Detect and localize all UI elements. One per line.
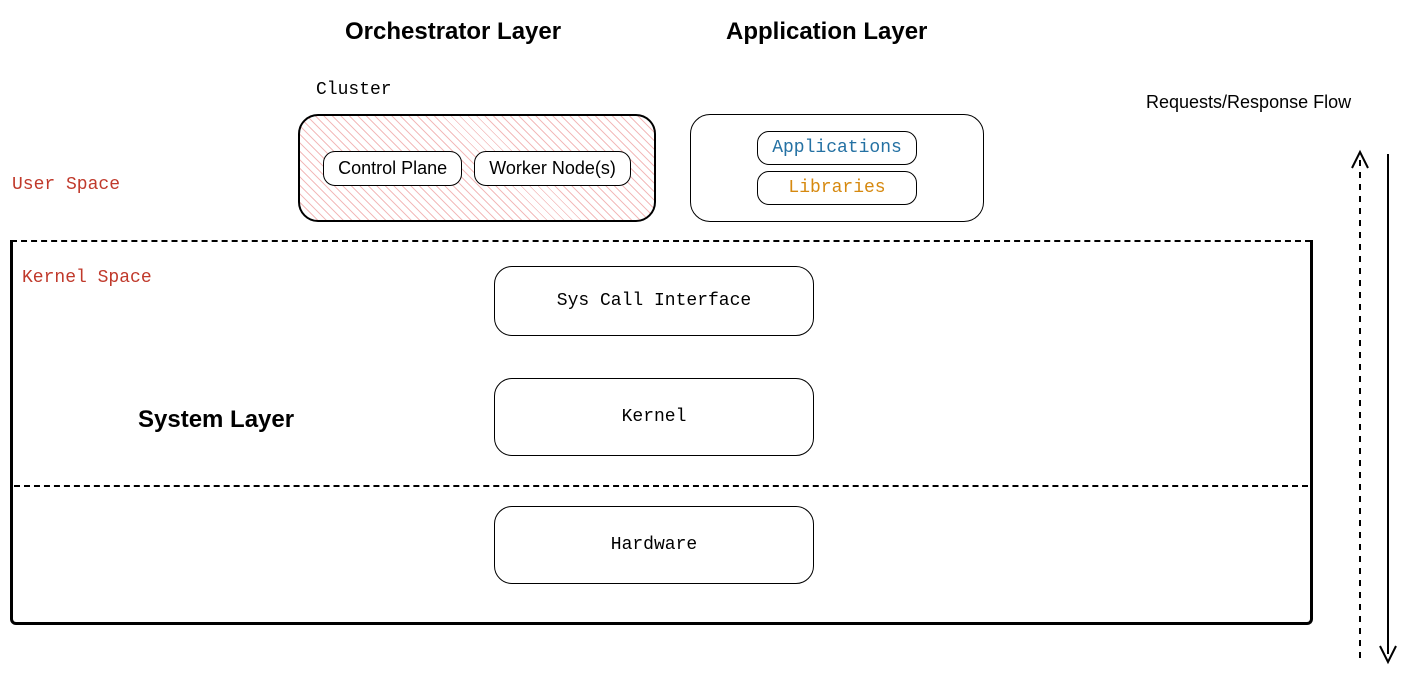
cluster-box: Control Plane Worker Node(s) — [298, 114, 656, 222]
kernel-space-label: Kernel Space — [22, 268, 152, 288]
orchestrator-layer-heading: Orchestrator Layer — [345, 18, 561, 46]
system-inner-dash — [14, 485, 1308, 487]
kernel-box: Kernel — [494, 378, 814, 456]
cluster-label: Cluster — [316, 80, 392, 100]
applications-box: Applications — [757, 131, 917, 165]
flow-arrows — [1352, 148, 1402, 673]
control-plane-box: Control Plane — [323, 151, 462, 186]
libraries-box: Libraries — [757, 171, 917, 205]
application-layer-box: Applications Libraries — [690, 114, 984, 222]
user-space-label: User Space — [12, 175, 120, 195]
syscall-interface-box: Sys Call Interface — [494, 266, 814, 336]
flow-label: Requests/Response Flow — [1146, 92, 1351, 113]
application-layer-heading: Application Layer — [726, 18, 927, 46]
hardware-box: Hardware — [494, 506, 814, 584]
worker-nodes-box: Worker Node(s) — [474, 151, 631, 186]
system-layer-heading: System Layer — [138, 406, 294, 434]
